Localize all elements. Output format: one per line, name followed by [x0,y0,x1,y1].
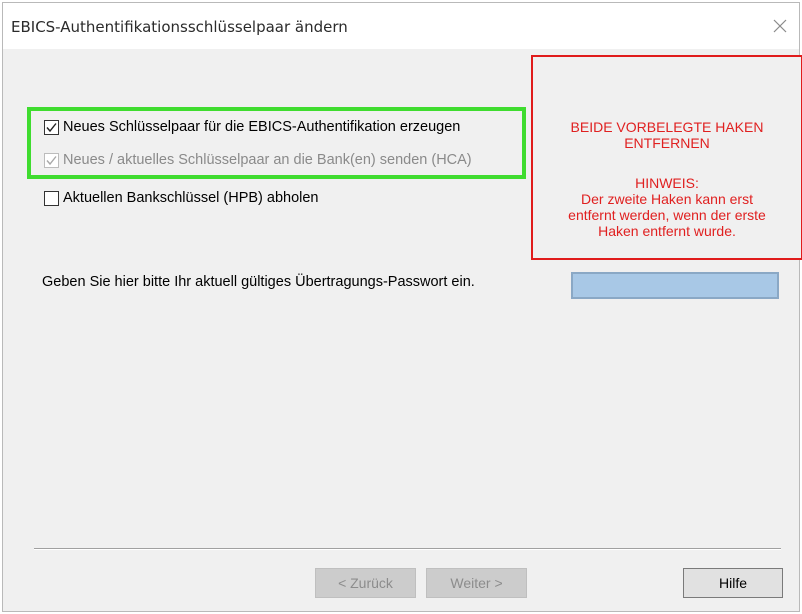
annotation-title: BEIDE VORBELEGTE HAKEN ENTFERNEN [533,119,801,151]
annotation-title-line: ENTFERNEN [624,135,710,151]
annotation-hint-line: Haken entfernt wurde. [598,223,736,239]
checkbox-fetch-bank-key-hpb[interactable]: Aktuellen Bankschlüssel (HPB) abholen [44,187,319,209]
annotation-hint-line: Der zweite Haken kann erst [581,191,753,207]
checkbox-label: Aktuellen Bankschlüssel (HPB) abholen [63,190,319,206]
next-button[interactable]: Weiter > [426,568,527,598]
close-icon [773,19,787,33]
separator [34,548,781,550]
checkbox-box[interactable] [44,190,59,206]
highlight-frame [27,107,526,179]
close-button[interactable] [767,13,793,39]
annotation-box: BEIDE VORBELEGTE HAKEN ENTFERNEN HINWEIS… [531,55,802,260]
password-input[interactable] [571,272,779,299]
annotation-hint-line: HINWEIS: [635,175,699,191]
annotation-hint-line: entfernt werden, wenn der erste [568,207,766,223]
help-button[interactable]: Hilfe [683,568,783,598]
window-title: EBICS-Authentifikationsschlüsselpaar änd… [11,18,348,36]
back-button[interactable]: < Zurück [315,568,416,598]
password-label: Geben Sie hier bitte Ihr aktuell gültige… [42,274,475,290]
annotation-title-line: BEIDE VORBELEGTE HAKEN [570,119,764,135]
annotation-hint: HINWEIS: Der zweite Haken kann erst entf… [533,175,801,239]
title-bar: EBICS-Authentifikationsschlüsselpaar änd… [3,3,799,49]
